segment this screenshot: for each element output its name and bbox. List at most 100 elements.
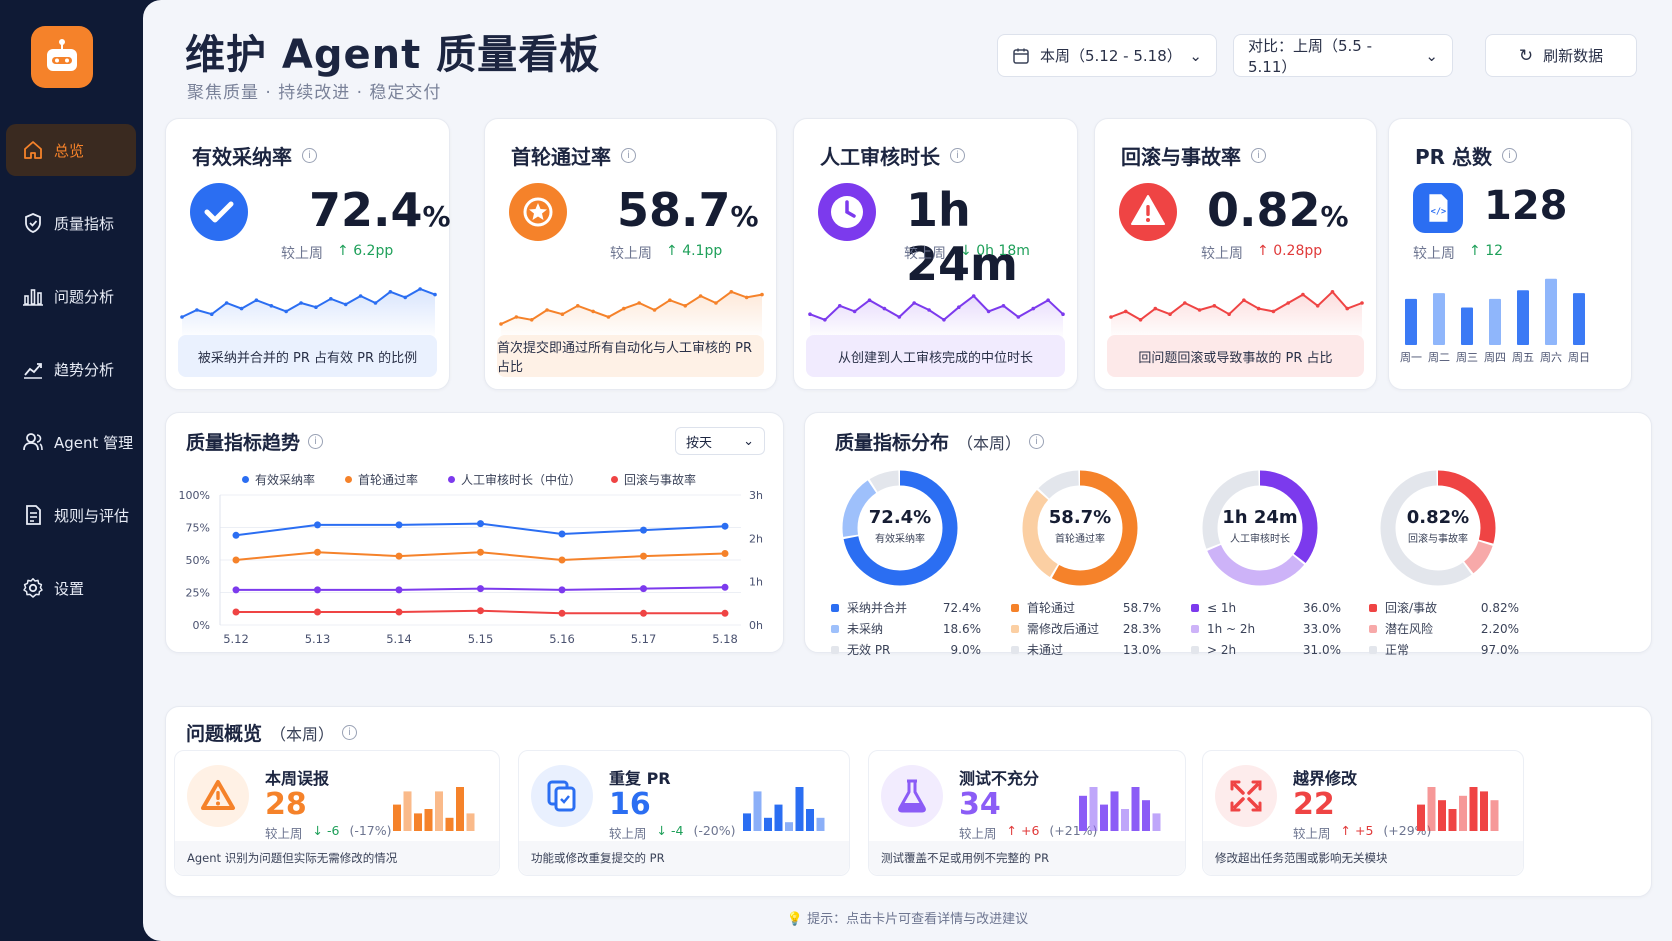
donut-center: 58.7% 首轮通过率 bbox=[1015, 507, 1145, 545]
y-left-tick: 25% bbox=[186, 587, 210, 600]
sparkline-point bbox=[1109, 315, 1113, 319]
kpi-delta: ↑ 0.28pp bbox=[1257, 243, 1322, 263]
donut-2[interactable]: 1h 24m 人工审核时长 ≤ 1h 36.0% 1h ~ 2h 33.0% > 2h 31.… bbox=[1191, 463, 1355, 657]
issue-delta: ↑ +5 bbox=[1341, 823, 1374, 842]
issue-card-3[interactable]: 越界修改 22 较上周 ↑ +5 (+29%) 修改超出任务范围或影响无关模块 bbox=[1202, 750, 1524, 876]
sparkline-point bbox=[714, 301, 718, 305]
period-select[interactable]: 本周（5.12 - 5.18） ⌄ bbox=[997, 34, 1217, 77]
kpi-value-number: 128 bbox=[1484, 183, 1568, 229]
donut-legend: ≤ 1h 36.0% 1h ~ 2h 33.0% > 2h 31.0% bbox=[1191, 597, 1341, 660]
refresh-button[interactable]: ↻ 刷新数据 bbox=[1485, 34, 1637, 77]
sparkline-point bbox=[239, 306, 244, 311]
kpi-alert-icon bbox=[1119, 183, 1177, 241]
issue-bar bbox=[806, 809, 814, 831]
sparkline-point bbox=[986, 309, 991, 314]
sparkline-point bbox=[209, 312, 214, 316]
kpi-card-3[interactable]: 回滚与事故率 i 0.82% 较上周 ↑ 0.28pp 回问题回滚或导致事故的 P… bbox=[1094, 118, 1377, 390]
legend-swatch bbox=[1369, 645, 1377, 654]
kpi-title: 首轮通过率 i bbox=[511, 141, 636, 170]
sidebar-item-5[interactable]: 规则与评估 bbox=[6, 489, 136, 541]
sidebar-item-0[interactable]: 总览 bbox=[6, 124, 136, 176]
issue-card-2[interactable]: 测试不充分 34 较上周 ↑ +6 (+21%) 测试覆盖不足或用例不完整的 P… bbox=[868, 750, 1186, 876]
kpi-compare-label: 较上周 bbox=[281, 246, 323, 262]
info-icon[interactable]: i bbox=[308, 434, 324, 449]
legend-label: 未通过 bbox=[1027, 643, 1064, 657]
sidebar-item-1[interactable]: 质量指标 bbox=[6, 197, 136, 249]
donut-1[interactable]: 58.7% 首轮通过率 首轮通过 58.7% 需修改后通过 28.3% 未通过 13.0% bbox=[1011, 463, 1175, 657]
issue-warning-icon bbox=[187, 765, 249, 827]
sparkline-point bbox=[1212, 304, 1217, 308]
info-icon[interactable]: i bbox=[1502, 148, 1518, 163]
kpi-description: 被采纳并合并的 PR 占有效 PR 的比例 bbox=[178, 335, 437, 377]
sparkline-point bbox=[823, 318, 827, 322]
legend-value: 72.4% bbox=[942, 600, 981, 615]
series-point bbox=[395, 552, 403, 560]
info-icon[interactable]: i bbox=[302, 148, 317, 163]
info-icon[interactable]: i bbox=[1029, 434, 1045, 449]
kpi-delta: ↓ 0h 18m bbox=[960, 243, 1030, 263]
info-icon[interactable]: i bbox=[950, 148, 965, 163]
trend-card[interactable]: 质量指标趋势 i 按天 ⌄ 有效采纳率 首轮通过率 人工审核时长（中位） 回滚与事故率… bbox=[165, 412, 784, 653]
sidebar-item-2[interactable]: 问题分析 bbox=[6, 270, 136, 322]
y-left-tick: 50% bbox=[186, 554, 210, 567]
sparkline-point bbox=[575, 304, 580, 308]
pr-bar bbox=[1545, 278, 1557, 345]
issue-bar bbox=[785, 822, 793, 831]
legend-swatch bbox=[1191, 603, 1199, 612]
sparkline-point bbox=[852, 309, 857, 314]
trend-icon bbox=[24, 363, 42, 379]
kpi-card-0[interactable]: 有效采纳率 i 72.4% 较上周 ↑ 6.2pp 被采纳并合并的 PR 占有效 … bbox=[165, 118, 451, 390]
series-point bbox=[640, 609, 647, 617]
issue-card-1[interactable]: 重复 PR 16 较上周 ↓ -4 (-20%) 功能或修改重复提交的 PR bbox=[518, 750, 850, 876]
robot-logo-icon[interactable] bbox=[31, 26, 93, 88]
donut-0[interactable]: 72.4% 有效采纳率 采纳并合并 72.4% 未采纳 18.6% 无效 PR 9.0% bbox=[831, 463, 995, 657]
sidebar-item-4[interactable]: Agent 管理 bbox=[6, 416, 136, 468]
kpi-compare-label: 较上周 bbox=[1413, 246, 1455, 262]
issue-delta: ↑ +6 bbox=[1007, 823, 1040, 842]
info-icon[interactable]: i bbox=[1251, 148, 1266, 163]
granularity-select[interactable]: 按天 ⌄ bbox=[675, 427, 765, 455]
pr-bar bbox=[1573, 293, 1585, 345]
series-point bbox=[395, 608, 403, 616]
donut-3[interactable]: 0.82% 回滚与事故率 回滚/事故 0.82% 潜在风险 2.20% 正常 97.0% bbox=[1369, 463, 1533, 657]
hint-label: 提示：点击卡片可查看详情与改进建议 bbox=[807, 912, 1029, 927]
sparkline-point bbox=[299, 301, 303, 305]
distribution-card[interactable]: 质量指标分布 （本周） i 72.4% 有效采纳率 采纳并合并 72.4% 未采纳 18.… bbox=[804, 412, 1652, 657]
sidebar-item-6[interactable]: 设置 bbox=[6, 562, 136, 614]
kpi-comparison: 较上周 ↑ 12 bbox=[1413, 243, 1503, 263]
page-title: 维护 Agent 质量看板 bbox=[185, 32, 601, 78]
series-point bbox=[477, 585, 484, 593]
legend-swatch bbox=[1369, 603, 1377, 612]
donut-legend-row: ≤ 1h 36.0% bbox=[1191, 597, 1341, 618]
issue-delta-value: -4 bbox=[670, 823, 684, 838]
compare-select[interactable]: 对比：上周（5.5 - 5.11） ⌄ bbox=[1233, 34, 1453, 77]
distribution-title: 质量指标分布 （本周） i bbox=[835, 428, 1045, 455]
kpi-card-2[interactable]: 人工审核时长 i 1h 24m 较上周 ↓ 0h 18m 从创建到人工审核完成的中… bbox=[793, 118, 1078, 390]
issue-description: 修改超出任务范围或影响无关模块 bbox=[1203, 841, 1523, 875]
sparkline-point bbox=[224, 301, 229, 305]
kpi-value-number: 72.4 bbox=[309, 183, 423, 237]
sidebar-item-3[interactable]: 趋势分析 bbox=[6, 343, 136, 395]
legend-label: 未采纳 bbox=[847, 622, 884, 636]
legend-swatch bbox=[1011, 603, 1019, 612]
issue-value: 16 bbox=[609, 787, 651, 822]
sparkline-point bbox=[1016, 315, 1021, 319]
issue-card-0[interactable]: 本周误报 28 较上周 ↓ -6 (-17%) Agent 识别为问题但实际无需… bbox=[174, 750, 500, 876]
legend-value: 33.0% bbox=[1302, 621, 1341, 636]
info-icon[interactable]: i bbox=[621, 148, 636, 163]
sparkline-point bbox=[1197, 308, 1202, 312]
kpi-card-1[interactable]: 首轮通过率 i 58.7% 较上周 ↑ 4.1pp 首次提交即通过所有自动化与人工… bbox=[484, 118, 777, 390]
kpi-comparison: 较上周 ↑ 4.1pp bbox=[610, 243, 722, 263]
donut-legend: 采纳并合并 72.4% 未采纳 18.6% 无效 PR 9.0% bbox=[831, 597, 981, 660]
kpi-description: 从创建到人工审核完成的中位时长 bbox=[806, 335, 1065, 377]
legend-swatch bbox=[831, 624, 839, 633]
info-icon[interactable]: i bbox=[342, 725, 358, 740]
y-right-tick: 2h bbox=[749, 532, 763, 545]
issue-mini-bar-chart bbox=[743, 787, 825, 831]
series-point bbox=[477, 548, 484, 556]
issue-bar bbox=[1438, 800, 1446, 831]
kpi-card-4[interactable]: PR 总数 i </> 128 较上周 ↑ 12 周一 周二 周三 周四 周五 周六 周日 bbox=[1388, 118, 1632, 390]
kpi-value-number: 58.7 bbox=[617, 183, 731, 237]
issue-bar bbox=[1417, 804, 1425, 831]
sparkline-point bbox=[606, 315, 611, 319]
